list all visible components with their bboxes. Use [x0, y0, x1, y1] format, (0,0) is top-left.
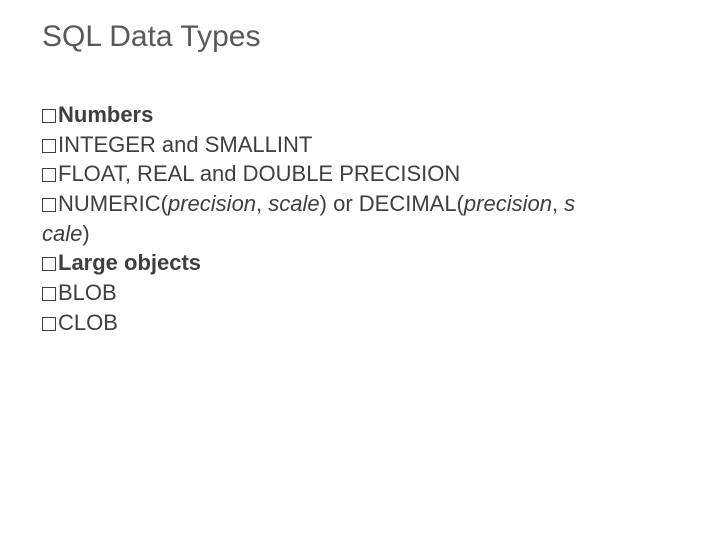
bullet-line-float: FLOAT, REAL and DOUBLE PRECISION [42, 159, 680, 189]
square-bullet-icon [42, 109, 56, 123]
square-bullet-icon [42, 168, 56, 182]
text-numeric-c: ) or DECIMAL( [320, 191, 464, 216]
bullet-line-integer: INTEGER and SMALLINT [42, 130, 680, 160]
bullet-line-numeric-wrap: cale) [42, 219, 680, 249]
text-scale-1: scale [268, 191, 319, 216]
text-numeric-b: , [256, 191, 268, 216]
text-float: FLOAT, REAL and DOUBLE PRECISION [58, 161, 460, 186]
text-precision-1: precision [168, 191, 256, 216]
square-bullet-icon [42, 257, 56, 271]
text-numeric-close: ) [82, 221, 89, 246]
bullet-line-clob: CLOB [42, 308, 680, 338]
bullet-line-numbers: Numbers [42, 100, 680, 130]
bullet-line-numeric: NUMERIC(precision, scale) or DECIMAL(pre… [42, 189, 680, 219]
slide-title: SQL Data Types [42, 20, 260, 54]
square-bullet-icon [42, 317, 56, 331]
text-cale: cale [42, 221, 82, 246]
text-blob: BLOB [58, 280, 117, 305]
text-clob: CLOB [58, 310, 118, 335]
text-precision-2: precision [464, 191, 552, 216]
text-numbers: Numbers [58, 102, 153, 127]
bullet-line-blob: BLOB [42, 278, 680, 308]
text-s: s [564, 191, 575, 216]
text-large-objects: Large objects [58, 250, 201, 275]
text-integer: INTEGER and SMALLINT [58, 132, 312, 157]
bullet-line-large-objects: Large objects [42, 248, 680, 278]
slide-body: Numbers INTEGER and SMALLINT FLOAT, REAL… [42, 100, 680, 338]
square-bullet-icon [42, 139, 56, 153]
square-bullet-icon [42, 198, 56, 212]
square-bullet-icon [42, 287, 56, 301]
text-numeric-a: NUMERIC( [58, 191, 168, 216]
slide: SQL Data Types Numbers INTEGER and SMALL… [0, 0, 720, 540]
text-numeric-d: , [552, 191, 564, 216]
